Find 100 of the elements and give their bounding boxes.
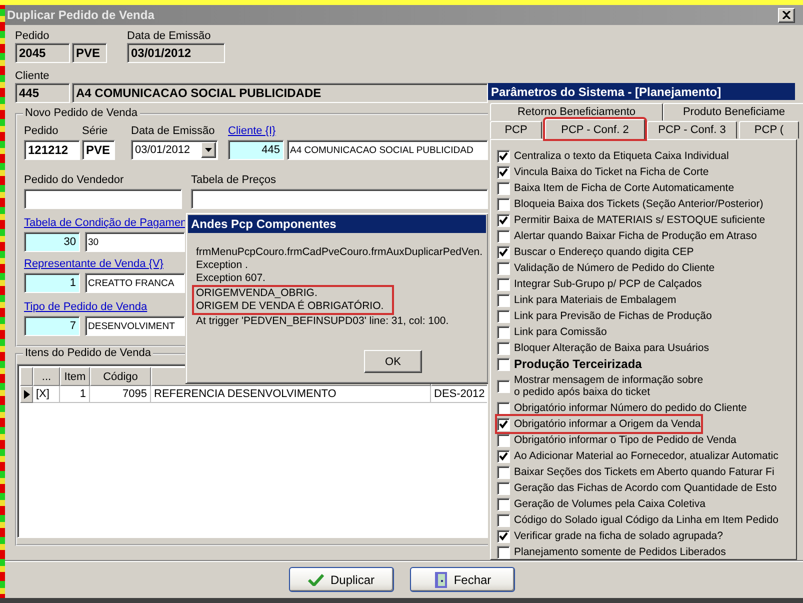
group-title: Novo Pedido de Venda [24,107,139,120]
message-text: ORIGEMVENDA_OBRIG. [196,287,318,300]
client-code-field[interactable]: 445 [228,140,284,160]
checkbox-label: Planejamento somente de Pedidos Liberados [514,546,726,558]
series-field[interactable]: PVE [82,140,115,160]
check-icon [499,216,508,224]
checkbox[interactable] [497,150,510,162]
field-label: Data de Emissão [131,125,216,138]
field-label: Tabela de Preços [191,174,277,187]
table-cell: REFERENCIA DESENVOLVIMENTO [151,386,431,403]
tab[interactable]: PCP ( [739,121,799,139]
checkbox[interactable] [497,450,510,462]
column-header: ... [33,367,60,386]
seller-order-field[interactable] [24,189,182,209]
checkbox[interactable] [497,246,510,258]
checkbox[interactable] [497,466,510,478]
checkbox[interactable] [497,214,510,226]
checkbox-label: Verificar grade na ficha de solado agrupada? [514,530,723,542]
checkbox-label: Buscar o Endereço quando digita CEP [514,246,694,258]
tab[interactable]: PCP [490,121,542,139]
order-number-field[interactable]: 121212 [24,140,80,160]
close-icon [782,11,791,19]
checkbox[interactable] [497,166,510,178]
checkbox[interactable] [497,530,510,542]
checkbox[interactable] [497,402,510,414]
checkbox[interactable] [497,342,510,354]
order-type-code-field[interactable]: 7 [24,316,80,336]
checkbox-label: Geração das Fichas de Acordo com Quantidade de Esto [514,482,777,494]
representative-code-field[interactable]: 1 [24,273,80,293]
checkbox[interactable] [497,514,510,526]
field-label: Cliente [15,70,50,83]
checkbox-label: Ao Adicionar Material ao Fornecedor, atualizar Automatic [514,450,778,462]
representative-name-field[interactable]: CREATTO FRANCA [85,273,185,293]
checkbox-label: Produção Terceirizada [514,358,642,370]
client-name-field[interactable]: A4 COMUNICACAO SOCIAL PUBLICIDAD [287,140,488,160]
checkbox[interactable] [497,262,510,274]
lookup-link[interactable]: Cliente {I} [228,125,276,138]
checkbox-label: Link para Materiais de Embalagem [514,294,676,306]
payment-code-field[interactable]: 30 [24,232,80,252]
order-number-field: 2045 [15,43,70,63]
field-label: Série [82,125,109,138]
lookup-link[interactable]: Tabela de Condição de Pagamen [24,217,187,230]
tab[interactable]: PCP - Conf. 3 [647,121,737,139]
checkbox-label: Link para Comissão [514,326,607,338]
ok-button[interactable]: OK [364,350,422,373]
tab[interactable]: Produto Beneficiame [663,103,803,121]
field-label: Data de Emissão [127,30,212,43]
message-text: At trigger 'PEDVEN_BEFINSUPD03' line: 31, col: 100. [196,315,450,328]
lookup-link[interactable]: Representante de Venda {V} [24,258,164,271]
dropdown-button[interactable] [201,142,216,158]
checkbox-label: Código do Solado igual Código da Linha em Item Pedido [514,514,778,526]
checkbox[interactable] [497,198,510,210]
date-dropdown[interactable]: 03/01/2012 [131,140,218,160]
checkbox[interactable] [497,498,510,510]
check-icon [499,248,508,256]
table-cell: 7095 [90,386,151,403]
close-button[interactable] [778,8,795,22]
row-pointer-icon [24,390,30,399]
checkbox-label: Validação de Número de Pedido do Cliente [514,262,715,274]
price-table-field[interactable] [191,189,488,209]
check-icon [499,532,508,540]
panel-title: Parâmetros do Sistema - [Planejamento] [488,83,795,100]
checkbox[interactable] [497,230,510,242]
series-field: PVE [72,43,107,63]
checkbox[interactable] [497,358,510,370]
message-text: Exception 607. [196,272,266,285]
checkbox[interactable] [497,546,510,558]
checkbox-label: Permitir Baixa de MATERIAIS s/ ESTOQUE suficiente [514,214,766,226]
tab[interactable]: PCP - Conf. 2 [545,119,645,139]
checkbox[interactable] [497,294,510,306]
group-title: Itens do Pedido de Venda [24,347,152,360]
checkbox[interactable] [497,278,510,290]
checkbox[interactable] [497,434,510,446]
column-header: Item [60,367,90,386]
checkbox[interactable] [497,182,510,194]
payment-name-field[interactable]: 30 [85,232,185,252]
order-type-name-field[interactable]: DESENVOLVIMENT [85,316,185,336]
client-code-field: 445 [15,83,70,103]
checkbox-label: Vincula Baixa do Ticket na Ficha de Corte [514,166,709,178]
checkbox[interactable] [497,326,510,338]
checkbox-label: Bloqueia Baixa dos Tickets (Seção Anterior/Posterior) [514,198,764,210]
checkbox[interactable] [497,310,510,322]
checkbox-label: Geração de Volumes pela Caixa Coletiva [514,498,706,510]
window-title: Duplicar Pedido de Venda [7,8,154,22]
check-icon [499,420,508,428]
table-cell: [X] [33,386,60,403]
field-label: Pedido do Vendedor [24,174,125,187]
caret-icon [205,148,212,152]
table-cell: 1 [60,386,90,403]
duplicate-button[interactable]: Duplicar [289,567,394,592]
checkbox-label: Bloquer Alteração de Baixa para Usuários [514,342,709,354]
lookup-link[interactable]: Tipo de Pedido de Venda [24,301,148,314]
checkbox[interactable] [497,380,510,392]
checkbox[interactable] [497,418,510,430]
date-field: 03/01/2012 [127,43,225,63]
close-button[interactable]: Fechar [410,567,515,592]
check-icon [308,574,324,586]
checkbox-label: Mostrar mensagem de informação sobre o pedido após baixa do ticket [514,374,704,398]
checkbox[interactable] [497,482,510,494]
checkbox-label: Obrigatório informar a Origem da Venda [514,418,701,430]
